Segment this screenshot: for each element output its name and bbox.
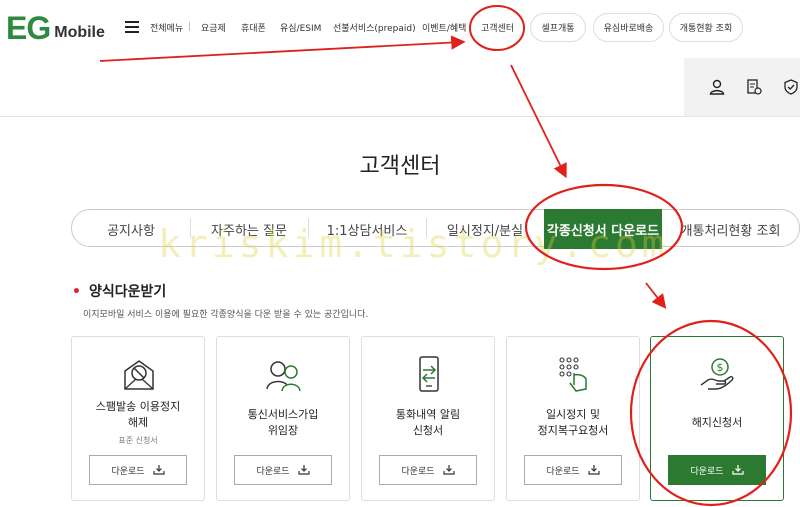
download-button[interactable]: 다운로드 — [234, 455, 332, 485]
download-button[interactable]: 다운로드 — [668, 455, 766, 485]
nav-item-phones[interactable]: 휴대폰 — [241, 21, 266, 34]
download-button[interactable]: 다운로드 — [379, 455, 477, 485]
site-header: EG Mobile 전체메뉴 요금제 휴대폰 유심/ESIM 선불서비스(pre… — [0, 0, 800, 58]
user-icon[interactable] — [708, 78, 726, 96]
logo-mark: EG — [6, 10, 51, 46]
card-title-line2: 위임장 — [267, 424, 299, 437]
page-title: 고객센터 — [359, 154, 441, 179]
people-icon — [266, 361, 301, 392]
download-label: 다운로드 — [690, 466, 724, 477]
download-label: 다운로드 — [401, 466, 435, 477]
download-button[interactable]: 다운로드 — [524, 455, 622, 485]
card-title-line1: 일시정지 및 — [545, 408, 601, 421]
form-card-call-history: 통화내역 알림 신청서 다운로드 — [361, 336, 495, 501]
download-icon — [297, 465, 310, 475]
download-icon — [442, 465, 455, 475]
section-description: 이지모바일 서비스 이용에 필요한 각종양식을 다운 받을 수 있는 공간입니다… — [83, 310, 369, 320]
annotation-arrow-to-card — [645, 282, 667, 309]
section-title: • 양식다운받기 — [72, 281, 166, 301]
logo-suffix: Mobile — [54, 24, 105, 41]
nav-item-all-menu[interactable]: 전체메뉴 — [150, 21, 183, 34]
phone-transfer-icon — [419, 356, 439, 392]
card-title-line2: 신청서 — [412, 424, 444, 437]
download-label: 다운로드 — [546, 466, 580, 477]
section-title-text: 양식다운받기 — [88, 284, 167, 300]
svg-text:$: $ — [717, 361, 724, 374]
nav-item-customer-center[interactable]: 고객센터 — [481, 21, 514, 34]
logo[interactable]: EG Mobile — [6, 10, 105, 46]
card-title-line1: 통신서비스가입 — [247, 408, 319, 421]
pill-self-activation[interactable]: 셀프개통 — [530, 13, 586, 42]
document-gear-icon[interactable] — [745, 78, 763, 96]
watermark: kriskim.tistory.com — [158, 222, 669, 266]
card-title-line2: 정지복구요청서 — [537, 424, 609, 437]
card-title-line1: 스팸발송 이용정지 — [95, 400, 181, 413]
pill-activation-status[interactable]: 개통현황 조회 — [669, 13, 743, 42]
download-label: 다운로드 — [256, 466, 290, 477]
hamburger-menu-icon[interactable] — [125, 21, 139, 33]
form-card-spam-release: 스팸발송 이용정지 해제 표준 신청서 다운로드 — [71, 336, 205, 501]
form-card-termination: $ 해지신청서 다운로드 — [650, 336, 784, 501]
form-card-suspend-restore: 일시정지 및 정지복구요청서 다운로드 — [506, 336, 640, 501]
card-title-line1: 통화내역 알림 — [395, 408, 461, 421]
card-title-line1: 해지신청서 — [691, 416, 743, 429]
nav-separator — [189, 22, 190, 31]
download-icon — [731, 465, 744, 475]
shield-check-icon[interactable] — [782, 78, 800, 96]
card-subtitle: 표준 신청서 — [118, 436, 158, 445]
keypad-hand-icon — [559, 357, 587, 392]
download-icon — [152, 465, 165, 475]
spam-mail-icon — [124, 360, 154, 390]
form-card-service-proxy: 통신서비스가입 위임장 다운로드 — [216, 336, 350, 501]
tab-activation-status[interactable]: 개통처리현황 조회 — [662, 210, 799, 248]
utility-bar — [684, 58, 800, 116]
card-title-line2: 해제 — [127, 416, 149, 429]
nav-item-prepaid[interactable]: 선불서비스(prepaid) — [333, 21, 416, 34]
nav-item-plans[interactable]: 요금제 — [201, 21, 226, 34]
header-divider — [0, 116, 800, 117]
download-button[interactable]: 다운로드 — [89, 455, 187, 485]
bullet-icon: • — [72, 284, 81, 300]
hand-coin-icon: $ — [700, 358, 734, 390]
download-label: 다운로드 — [111, 466, 145, 477]
pill-usim-delivery[interactable]: 유심바로배송 — [593, 13, 664, 42]
nav-item-usim[interactable]: 유심/ESIM — [280, 21, 321, 34]
download-icon — [587, 465, 600, 475]
nav-item-events[interactable]: 이벤트/혜택 — [422, 21, 466, 34]
page-root: EG Mobile 전체메뉴 요금제 휴대폰 유심/ESIM 선불서비스(pre… — [0, 0, 800, 507]
